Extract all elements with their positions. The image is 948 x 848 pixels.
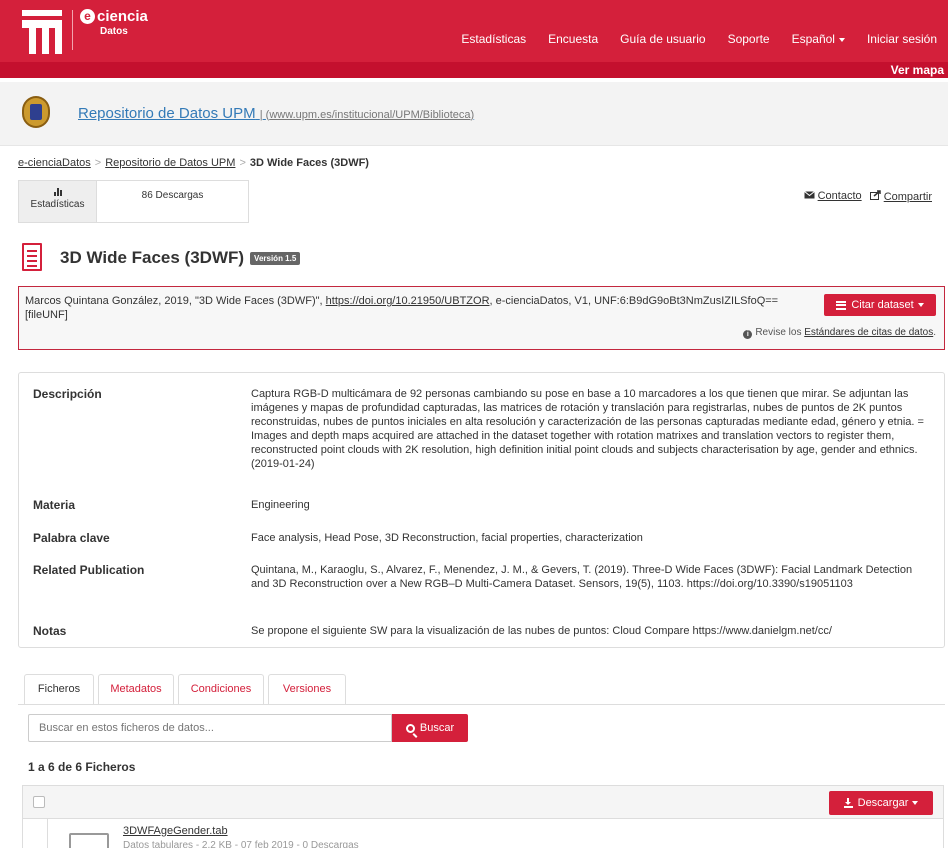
tab-divider [18, 704, 945, 705]
download-button[interactable]: Descargar [829, 791, 933, 815]
dataverse-header: Repositorio de Datos UPM | (www.upm.es/i… [0, 82, 948, 146]
tabular-file-icon [69, 833, 109, 848]
metadata-label: Notas [33, 624, 67, 638]
brand-subtitle: Datos [100, 26, 128, 37]
metadata-label: Related Publication [33, 563, 145, 577]
tab-ficheros[interactable]: Ficheros [24, 674, 94, 704]
metadata-value: Se propone el siguiente SW para la visua… [251, 625, 832, 637]
breadcrumb: e-cienciaDatos > Repositorio de Datos UPM >… [18, 157, 369, 169]
version-badge: Versión 1.5 [250, 251, 301, 265]
metadata-value: Captura RGB-D multicámara de 92 personas… [251, 388, 924, 470]
metadata-label: Palabra clave [33, 531, 110, 545]
logo-divider [72, 10, 73, 50]
file-table-header: Descargar [22, 785, 944, 819]
brand-name: ciencia [97, 8, 148, 25]
ver-mapa-link[interactable]: Ver mapa [891, 63, 944, 77]
search-button-label: Buscar [419, 722, 455, 734]
breadcrumb-current: 3D Wide Faces (3DWF) [249, 157, 369, 169]
nav-soporte[interactable]: Soporte [717, 32, 781, 46]
file-name-link[interactable]: 3DWFAgeGender.tab [123, 825, 228, 837]
upm-seal-icon [22, 96, 50, 128]
language-label: Español [791, 32, 835, 46]
login-link[interactable]: Iniciar sesión [856, 32, 948, 46]
metadata-label: Materia [33, 498, 76, 512]
metadata-label: Descripción [33, 387, 102, 401]
list-icon [836, 300, 847, 310]
upm-logo[interactable] [16, 6, 68, 58]
download-label: Descargar [857, 797, 909, 809]
tab-versiones[interactable]: Versiones [268, 674, 346, 704]
citation-standards-note: i Revise los Estándares de citas de datos… [743, 327, 936, 339]
cite-dataset-button[interactable]: Citar dataset [824, 294, 936, 316]
tab-condiciones[interactable]: Condiciones [178, 674, 264, 704]
share-icon [869, 190, 881, 200]
dataset-title: 3D Wide Faces (3DWF) Versión 1.5 [60, 248, 301, 268]
citation-prefix: Marcos Quintana González, 2019, "3D Wide… [25, 295, 326, 307]
metadata-value: Engineering [251, 499, 310, 511]
file-meta: Datos tabulares - 2,2 KB - 07 feb 2019 -… [123, 840, 359, 848]
navbar: e ciencia Datos Estadísticas Encuesta Gu… [0, 0, 948, 62]
breadcrumb-separator: > [94, 157, 102, 169]
tab-bar: Ficheros Metadatos Condiciones Versiones [18, 674, 945, 704]
metadata-panel: Descripción Captura RGB-D multicámara de… [18, 372, 945, 648]
dataset-title-text: 3D Wide Faces (3DWF) [60, 248, 245, 267]
breadcrumb-item-repositorio[interactable]: Repositorio de Datos UPM [105, 157, 235, 169]
caret-down-icon [917, 303, 924, 307]
file-count: 1 a 6 de 6 Ficheros [28, 760, 136, 774]
contact-label: Contacto [817, 190, 862, 202]
metadata-value: Quintana, M., Karaoglu, S., Alvarez, F.,… [251, 564, 913, 590]
dataverse-separator: | [259, 109, 263, 121]
dataverse-title[interactable]: Repositorio de Datos UPM | (www.upm.es/i… [78, 105, 474, 122]
metadata-value: Face analysis, Head Pose, 3D Reconstruct… [251, 532, 643, 544]
citation-doi-link[interactable]: https://doi.org/10.21950/UBTZOR [326, 295, 490, 307]
contact-link[interactable]: Contacto [803, 190, 862, 203]
metrics-block: Estadísticas 86 Descargas [18, 180, 249, 223]
search-button[interactable]: Buscar [392, 714, 468, 742]
dataverse-url[interactable]: www.upm.es/institucional/UPM/Biblioteca [269, 109, 470, 121]
download-icon [843, 797, 853, 808]
breadcrumb-item-ecienciadatos[interactable]: e-cienciaDatos [18, 157, 91, 169]
share-label: Compartir [883, 191, 932, 203]
sub-bar: Ver mapa [0, 62, 948, 78]
breadcrumb-separator: > [239, 157, 246, 169]
language-dropdown[interactable]: Español [781, 32, 856, 46]
share-link[interactable]: Compartir [869, 190, 932, 203]
info-icon: i [743, 330, 753, 339]
nav-guia-usuario[interactable]: Guía de usuario [609, 32, 716, 46]
nav-links: Estadísticas Encuesta Guía de usuario So… [450, 32, 948, 46]
dataset-actions: Contacto Compartir [803, 190, 932, 203]
caret-down-icon [912, 801, 919, 805]
nav-estadisticas[interactable]: Estadísticas [450, 32, 537, 46]
brand[interactable]: e ciencia Datos [80, 8, 148, 37]
bar-chart-icon [53, 188, 62, 196]
citation-box: Marcos Quintana González, 2019, "3D Wide… [18, 286, 945, 350]
select-all-checkbox[interactable] [33, 796, 45, 808]
statistics-button[interactable]: Estadísticas [19, 181, 97, 222]
revise-suffix: . [933, 327, 936, 338]
revise-prefix: Revise los [755, 327, 805, 338]
brand-e-mark: e [80, 9, 95, 24]
downloads-count: 86 Descargas [141, 190, 204, 201]
search-icon [405, 723, 415, 733]
envelope-icon [803, 191, 815, 199]
citation-text: Marcos Quintana González, 2019, "3D Wide… [25, 294, 805, 322]
table-row: 3DWFAgeGender.tab Datos tabulares - 2,2 … [22, 819, 944, 848]
dataverse-name[interactable]: Repositorio de Datos UPM [78, 105, 256, 122]
file-search-input[interactable] [28, 714, 392, 742]
statistics-label: Estadísticas [30, 199, 85, 210]
cite-dataset-label: Citar dataset [851, 299, 914, 311]
caret-down-icon [838, 37, 845, 42]
citation-standards-link[interactable]: Estándares de citas de datos [804, 327, 933, 338]
nav-encuesta[interactable]: Encuesta [537, 32, 609, 46]
dataset-file-icon [22, 243, 42, 271]
tab-metadatos[interactable]: Metadatos [98, 674, 174, 704]
url-close: ) [470, 109, 475, 121]
